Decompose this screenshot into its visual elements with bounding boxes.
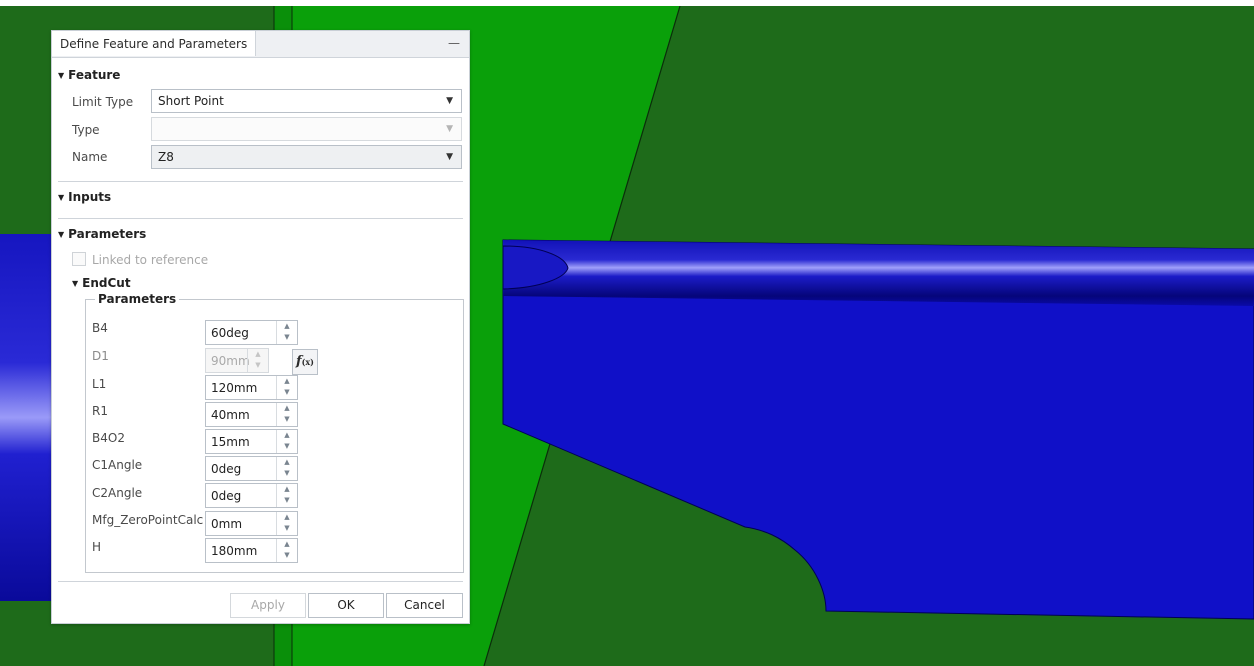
spinner-arrows-icon: ▲ ▼ xyxy=(276,539,297,562)
limit-type-value: Short Point xyxy=(158,94,224,108)
param-value-b4o2: 15mm xyxy=(211,435,250,449)
spin-down-button[interactable]: ▼ xyxy=(277,495,297,506)
spinner-arrows-icon: ▲ ▼ xyxy=(276,484,297,507)
spin-down-button[interactable]: ▼ xyxy=(277,523,297,534)
dropdown-arrow-icon: ▼ xyxy=(446,124,453,134)
spinner-arrows-icon: ▲ ▼ xyxy=(276,376,297,399)
ok-button[interactable]: OK xyxy=(308,593,384,618)
spinner-arrows-icon: ▲ ▼ xyxy=(276,321,297,344)
triangle-down-icon: ▼ xyxy=(58,71,65,80)
param-value-d1: 90mm xyxy=(211,354,250,368)
dialog-title: Define Feature and Parameters xyxy=(52,31,257,56)
param-spinbox-l1[interactable]: 120mm ▲ ▼ xyxy=(205,375,298,400)
param-value-mfg-zeropointcalc: 0mm xyxy=(211,517,243,531)
param-label-d1: D1 xyxy=(92,349,109,363)
param-value-h: 180mm xyxy=(211,544,258,558)
param-label-c2angle: C2Angle xyxy=(92,486,143,500)
divider xyxy=(58,218,463,219)
cancel-button[interactable]: Cancel xyxy=(386,593,463,618)
name-value: Z8 xyxy=(158,150,174,164)
spinner-arrows-icon: ▲ ▼ xyxy=(276,403,297,426)
divider xyxy=(58,181,463,182)
param-spinbox-c1angle[interactable]: 0deg ▲ ▼ xyxy=(205,456,298,481)
name-select[interactable]: Z8 ▼ xyxy=(151,145,462,169)
limit-type-select[interactable]: Short Point ▼ xyxy=(151,89,462,113)
param-label-r1: R1 xyxy=(92,404,108,418)
param-value-l1: 120mm xyxy=(211,381,258,395)
formula-fx-icon[interactable]: f(x) xyxy=(292,349,318,375)
spinner-arrows-icon: ▲ ▼ xyxy=(276,512,297,535)
spin-up-button[interactable]: ▲ xyxy=(277,539,297,550)
triangle-down-icon: ▼ xyxy=(58,230,65,239)
dropdown-arrow-icon: ▼ xyxy=(446,152,453,162)
limit-type-label: Limit Type xyxy=(72,95,134,109)
section-parameters[interactable]: ▼ Parameters xyxy=(58,227,146,241)
endcut-group-title: Parameters xyxy=(95,292,180,306)
spin-down-button[interactable]: ▼ xyxy=(277,441,297,452)
param-label-mfg-zeropointcalc: Mfg_ZeroPointCalc xyxy=(92,513,204,527)
section-feature[interactable]: ▼ Feature xyxy=(58,68,120,82)
profile-flange xyxy=(503,240,1254,306)
triangle-down-icon: ▼ xyxy=(58,193,65,202)
dropdown-arrow-icon: ▼ xyxy=(446,96,453,106)
param-value-b4: 60deg xyxy=(211,326,249,340)
spin-down-button[interactable]: ▼ xyxy=(277,387,297,398)
param-spinbox-d1: 90mm ▲ ▼ xyxy=(205,348,269,373)
param-spinbox-b4[interactable]: 60deg ▲ ▼ xyxy=(205,320,298,345)
param-value-c1angle: 0deg xyxy=(211,462,242,476)
param-spinbox-c2angle[interactable]: 0deg ▲ ▼ xyxy=(205,483,298,508)
param-spinbox-h[interactable]: 180mm ▲ ▼ xyxy=(205,538,298,563)
linked-to-reference-checkbox xyxy=(72,252,86,266)
type-label: Type xyxy=(72,123,100,137)
param-spinbox-mfg-zeropointcalc[interactable]: 0mm ▲ ▼ xyxy=(205,511,298,536)
spin-down-button[interactable]: ▼ xyxy=(277,332,297,343)
linked-to-reference-label: Linked to reference xyxy=(92,253,209,267)
param-label-b4: B4 xyxy=(92,321,108,335)
spinner-arrows-icon: ▲ ▼ xyxy=(247,349,268,372)
define-feature-dialog: Define Feature and Parameters — ▼ Feature… xyxy=(51,30,470,624)
param-label-l1: L1 xyxy=(92,377,107,391)
param-label-c1angle: C1Angle xyxy=(92,458,143,472)
param-label-b4o2: B4O2 xyxy=(92,431,125,445)
name-label: Name xyxy=(72,150,108,164)
type-select: ▼ xyxy=(151,117,462,141)
spin-up-button[interactable]: ▲ xyxy=(277,403,297,414)
param-value-c2angle: 0deg xyxy=(211,489,242,503)
dialog-titlebar: Define Feature and Parameters — xyxy=(52,31,469,58)
spin-up-button[interactable]: ▲ xyxy=(277,457,297,468)
spin-up-button[interactable]: ▲ xyxy=(277,484,297,495)
spin-down-button[interactable]: ▼ xyxy=(277,550,297,561)
spin-down-button[interactable]: ▼ xyxy=(277,414,297,425)
triangle-down-icon: ▼ xyxy=(72,279,79,288)
param-value-r1: 40mm xyxy=(211,408,250,422)
spinner-arrows-icon: ▲ ▼ xyxy=(276,457,297,480)
param-spinbox-b4o2[interactable]: 15mm ▲ ▼ xyxy=(205,429,298,454)
spin-up-button[interactable]: ▲ xyxy=(277,376,297,387)
divider xyxy=(58,581,463,582)
spin-up-button[interactable]: ▲ xyxy=(277,430,297,441)
apply-button[interactable]: Apply xyxy=(230,593,306,618)
param-label-h: H xyxy=(92,540,102,554)
spin-up-button[interactable]: ▲ xyxy=(277,512,297,523)
spin-down-button[interactable]: ▼ xyxy=(277,468,297,479)
section-endcut[interactable]: ▼ EndCut xyxy=(72,276,131,290)
minimize-icon[interactable]: — xyxy=(447,36,461,50)
spin-up-button[interactable]: ▲ xyxy=(277,321,297,332)
param-spinbox-r1[interactable]: 40mm ▲ ▼ xyxy=(205,402,298,427)
spinner-arrows-icon: ▲ ▼ xyxy=(276,430,297,453)
linked-to-reference-row: Linked to reference xyxy=(72,252,208,267)
section-inputs[interactable]: ▼ Inputs xyxy=(58,190,111,204)
